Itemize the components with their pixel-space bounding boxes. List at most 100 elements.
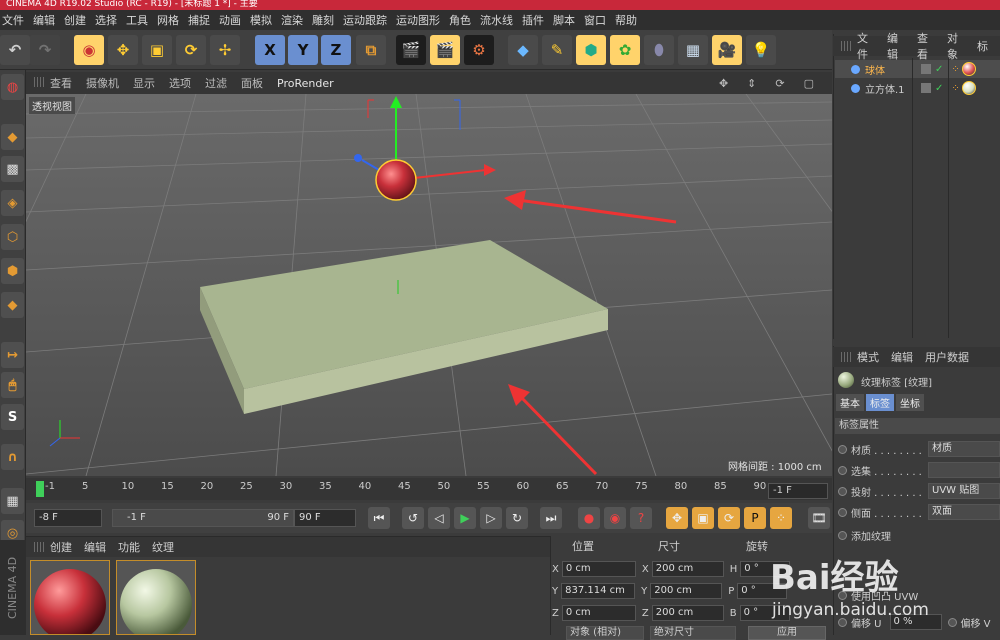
menu-item-6[interactable]: 捕捉 (188, 12, 210, 28)
position-field[interactable]: 0 cm (561, 561, 636, 577)
menu-item-10[interactable]: 雕刻 (312, 12, 334, 28)
coordinate-system-icon[interactable]: ⧉ (356, 35, 386, 65)
object-menu-item-0[interactable]: 文件 (857, 30, 875, 62)
menu-item-11[interactable]: 运动跟踪 (343, 12, 387, 28)
attribute-value-field[interactable]: 双面 (928, 504, 1000, 520)
menu-item-4[interactable]: 工具 (126, 12, 148, 28)
current-frame-field[interactable]: -1 F (768, 483, 828, 499)
attribute-tab-2[interactable]: 坐标 (896, 394, 924, 411)
object-row[interactable]: 立方体.1 ✓ ⁘ (835, 79, 1000, 97)
menu-item-14[interactable]: 流水线 (480, 12, 513, 28)
render-settings-icon[interactable]: ⚙ (464, 35, 494, 65)
redo-icon[interactable]: ↷ (30, 35, 60, 65)
layer-icon[interactable] (921, 83, 931, 93)
menu-item-13[interactable]: 角色 (449, 12, 471, 28)
attribute-tab-1[interactable]: 标签 (866, 394, 894, 411)
floor-icon[interactable]: ▦ (678, 35, 708, 65)
scale-icon[interactable]: ▣ (142, 35, 172, 65)
viewport-menu-item-6[interactable]: ProRender (277, 77, 334, 90)
coordinate-mode-select[interactable]: 对象 (相对) (566, 626, 644, 640)
object-row[interactable]: 球体 ✓ ⁘ (835, 60, 1000, 78)
end-frame-field[interactable]: 90 F (294, 509, 356, 527)
material-menu-item-2[interactable]: 功能 (118, 539, 140, 555)
maximize-icon[interactable]: ▢ (804, 77, 814, 90)
visibility-check-icon[interactable]: ✓ (935, 83, 943, 94)
key-scale-icon[interactable]: ▣ (692, 507, 714, 529)
rotation-field[interactable]: 0 ° (739, 605, 790, 621)
position-field[interactable]: 837.114 cm (561, 583, 636, 599)
subdivision-icon[interactable]: ⬢ (576, 35, 606, 65)
material-swatch-red[interactable] (30, 560, 110, 640)
move-icon[interactable]: ✥ (108, 35, 138, 65)
menu-item-3[interactable]: 选择 (95, 12, 117, 28)
timeline-window-icon[interactable]: 🎞 (808, 507, 830, 529)
key-position-icon[interactable]: ✥ (666, 507, 688, 529)
viewport-menu-item-1[interactable]: 摄像机 (86, 75, 119, 91)
perspective-viewport[interactable] (26, 94, 832, 476)
attribute-radio[interactable] (838, 507, 847, 517)
dolly-icon[interactable]: ⇕ (747, 77, 756, 90)
material-menu-item-0[interactable]: 创建 (50, 539, 72, 555)
menu-item-8[interactable]: 模拟 (250, 12, 272, 28)
axis-mode-icon[interactable]: ↦ (1, 342, 24, 368)
make-editable-icon[interactable]: ◍ (1, 74, 24, 100)
polygons-mode-icon[interactable]: ◆ (1, 292, 24, 318)
size-field[interactable]: 200 cm (650, 583, 723, 599)
cube-object-icon[interactable]: ◆ (508, 35, 538, 65)
viewport-menu-item-0[interactable]: 查看 (50, 75, 72, 91)
play-icon[interactable]: ▶ (454, 507, 476, 529)
offset-v-radio[interactable] (947, 617, 957, 627)
light-icon[interactable]: 💡 (746, 35, 776, 65)
material-swatch-green[interactable] (116, 560, 196, 640)
menu-item-5[interactable]: 网格 (157, 12, 179, 28)
attribute-radio[interactable] (838, 465, 847, 475)
menu-item-17[interactable]: 窗口 (584, 12, 606, 28)
viewport-menu-item-5[interactable]: 面板 (241, 75, 263, 91)
menu-item-0[interactable]: 文件 (2, 12, 24, 28)
axis-x-button[interactable]: X (255, 35, 285, 65)
offset-u-radio[interactable] (838, 617, 847, 627)
menu-item-15[interactable]: 插件 (522, 12, 544, 28)
render-picture-viewer-icon[interactable]: 🎬 (430, 35, 460, 65)
attribute-value-field[interactable]: 材质 (928, 441, 1000, 457)
cloner-icon[interactable]: ✿ (610, 35, 640, 65)
attribute-tab-0[interactable]: 基本 (836, 394, 864, 411)
viewport-menu-item-2[interactable]: 显示 (133, 75, 155, 91)
attribute-radio[interactable] (838, 444, 847, 454)
size-field[interactable]: 200 cm (651, 605, 724, 621)
rotation-field[interactable]: 0 ° (737, 583, 788, 599)
apply-button[interactable]: 应用 (748, 626, 826, 640)
material-menu-item-3[interactable]: 纹理 (152, 539, 174, 555)
prev-frame-icon[interactable]: ◁ (428, 507, 450, 529)
layer-icon[interactable] (921, 64, 931, 74)
pan-icon[interactable]: ✥ (719, 77, 728, 90)
menu-item-9[interactable]: 渲染 (281, 12, 303, 28)
edges-mode-icon[interactable]: ⬢ (1, 258, 24, 284)
record-icon[interactable]: ● (578, 507, 600, 529)
menu-item-18[interactable]: 帮助 (615, 12, 637, 28)
lock-workplane-icon[interactable]: ▦ (1, 488, 24, 514)
offset-u-field[interactable]: 0 % (889, 614, 942, 630)
snap-icon[interactable]: S (1, 404, 24, 430)
undo-icon[interactable]: ↶ (0, 35, 30, 65)
model-mode-icon[interactable]: ◆ (1, 124, 24, 150)
autokey-icon[interactable]: ◉ (604, 507, 626, 529)
tag-icon[interactable]: ⁘ (951, 64, 959, 75)
texture-mode-icon[interactable]: ▩ (1, 156, 24, 182)
pen-spline-icon[interactable]: ✎ (542, 35, 572, 65)
playhead[interactable] (36, 481, 44, 497)
viewport-scene[interactable] (26, 94, 832, 476)
next-frame-icon[interactable]: ▷ (480, 507, 502, 529)
axis-y-button[interactable]: Y (288, 35, 318, 65)
workplane-mode-icon[interactable]: ◈ (1, 190, 24, 216)
position-field[interactable]: 0 cm (561, 605, 636, 621)
object-menu-item-1[interactable]: 编辑 (887, 30, 905, 62)
add-texture-radio[interactable] (838, 531, 847, 540)
recent-tool-icon[interactable]: ✢ (210, 35, 240, 65)
key-parameter-icon[interactable]: P (744, 507, 766, 529)
axis-z-button[interactable]: Z (321, 35, 351, 65)
render-view-icon[interactable]: 🎬 (396, 35, 426, 65)
next-key-icon[interactable]: ↻ (506, 507, 528, 529)
menu-item-1[interactable]: 编辑 (33, 12, 55, 28)
menu-item-7[interactable]: 动画 (219, 12, 241, 28)
